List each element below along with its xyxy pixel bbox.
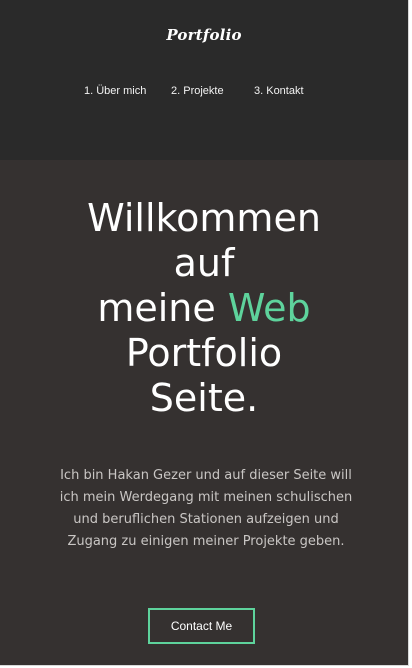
hero-line-4: Portfolio bbox=[125, 331, 283, 375]
hero-line-3-prefix: meine bbox=[97, 286, 228, 330]
nav-item-projekte[interactable]: 2. Projekte bbox=[171, 85, 224, 97]
page-frame: Portfolio 1. Über mich 2. Projekte 3. Ko… bbox=[0, 0, 409, 666]
hero-line-3: meine Web bbox=[0, 286, 408, 331]
hero-line-1: Willkommen bbox=[87, 196, 321, 240]
nav-item-kontakt[interactable]: 3. Kontakt bbox=[254, 85, 304, 97]
contact-me-button[interactable]: Contact Me bbox=[148, 608, 255, 644]
hero-line-2: auf bbox=[173, 241, 235, 285]
nav-item-ueber-mich[interactable]: 1. Über mich bbox=[84, 85, 146, 97]
main-nav: 1. Über mich 2. Projekte 3. Kontakt bbox=[0, 85, 408, 99]
hero-heading: Willkommen auf meine Web Portfolio Seite… bbox=[0, 196, 408, 421]
hero-accent-word: Web bbox=[227, 286, 311, 330]
intro-text: Ich bin Hakan Gezer und auf dieser Seite… bbox=[59, 468, 353, 549]
site-header: Portfolio 1. Über mich 2. Projekte 3. Ko… bbox=[0, 0, 408, 160]
hero-line-5: Seite. bbox=[149, 376, 259, 420]
site-logo[interactable]: Portfolio bbox=[0, 26, 408, 44]
